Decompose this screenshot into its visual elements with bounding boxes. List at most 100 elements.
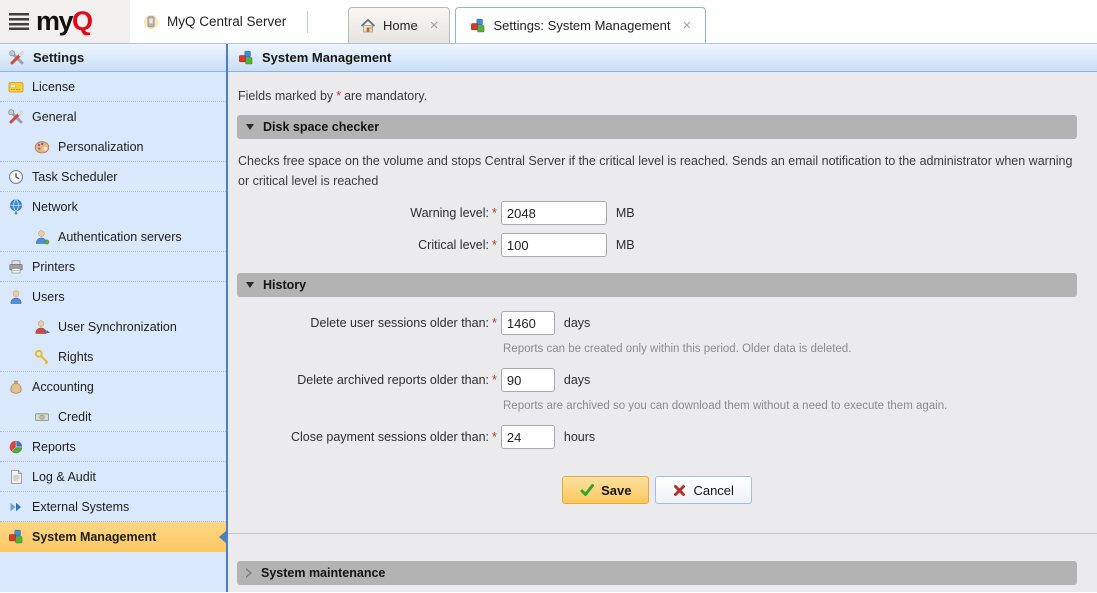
close-payment-sessions-input[interactable] [501,425,555,449]
mandatory-note: Fields marked by*are mandatory. [238,89,1077,103]
required-asterisk: * [336,89,341,103]
required-asterisk: * [492,373,497,387]
sidebar-item-users[interactable]: Users [0,282,226,312]
tab-strip: Home Settings: System Management [348,7,706,43]
sidebar-item-label: Authentication servers [58,230,182,244]
sidebar-item-reports[interactable]: Reports [0,432,226,462]
sidebar-item-label: Users [32,290,65,304]
sidebar-item-general[interactable]: General [0,102,226,132]
main-panel: System Management Fields marked by*are m… [228,44,1097,592]
sidebar-item-external-systems[interactable]: External Systems [0,492,226,522]
field-unit: hours [564,430,595,444]
main-layout: Settings License General [0,44,1097,592]
tab-label: Home [383,18,418,33]
banknote-icon [34,409,50,425]
server-area: MyQ Central Server [130,0,308,43]
sidebar-item-label: Log & Audit [32,470,96,484]
field-help-text: Reports can be created only within this … [503,343,1077,355]
blocks-icon [238,50,254,66]
field-label: Close payment sessions older than: [237,430,489,444]
form-row-close-payment-sessions: Close payment sessions older than: * hou… [237,425,1077,449]
sidebar-item-accounting[interactable]: Accounting [0,372,226,402]
arrows-icon [8,499,24,515]
field-unit: days [564,316,590,330]
required-asterisk: * [492,316,497,330]
collapse-arrow-icon [246,282,254,288]
sidebar-item-network[interactable]: Network [0,192,226,222]
close-icon[interactable] [430,18,439,33]
field-help-text: Reports are archived so you can download… [503,400,1077,412]
check-icon [580,483,594,497]
disk-space-description: Checks free space on the volume and stop… [238,151,1077,191]
printer-icon [8,259,24,275]
expand-arrow-icon [246,568,252,578]
page-header: System Management [228,44,1097,72]
logo-text-q: Q [72,6,92,36]
delete-user-sessions-input[interactable] [501,311,555,335]
sidebar-item-rights[interactable]: Rights [0,342,226,372]
tab-label: Settings: System Management [493,18,670,33]
section-header-disk-space-checker[interactable]: Disk space checker [237,115,1077,139]
field-label: Critical level: [237,238,489,252]
globe-icon [8,199,24,215]
logo-text-my: my [36,6,72,36]
save-button-label: Save [601,483,631,498]
required-asterisk: * [492,206,497,220]
user-icon [8,289,24,305]
sidebar-item-license[interactable]: License [0,72,226,102]
sidebar-item-user-synchronization[interactable]: User Synchronization [0,312,226,342]
pie-chart-icon [8,439,24,455]
palette-icon [34,139,50,155]
sidebar-item-authentication-servers[interactable]: Authentication servers [0,222,226,252]
server-icon [143,14,159,30]
save-button[interactable]: Save [562,476,649,504]
section-header-history[interactable]: History [237,273,1077,297]
user-sync-icon [34,319,50,335]
top-bar: myQ MyQ Central Server Home [0,0,1097,44]
tab-settings-system-management[interactable]: Settings: System Management [455,7,706,43]
server-label: MyQ Central Server [167,14,286,29]
field-unit: MB [616,238,635,252]
section-header-system-maintenance[interactable]: System maintenance [237,561,1077,585]
required-asterisk: * [492,238,497,252]
form-row-warning-level: Warning level: * MB [237,201,1077,225]
sidebar-item-label: Rights [58,350,93,364]
section-divider [228,533,1097,534]
blocks-icon [8,529,24,545]
home-icon [360,18,376,34]
form-row-critical-level: Critical level: * MB [237,233,1077,257]
document-icon [8,469,24,485]
mandatory-note-prefix: Fields marked by [238,89,333,103]
section-title: History [263,278,306,292]
sidebar-item-log-audit[interactable]: Log & Audit [0,462,226,492]
sidebar-item-task-scheduler[interactable]: Task Scheduler [0,162,226,192]
myq-logo[interactable]: myQ [36,8,92,35]
form-buttons: Save Cancel [237,476,1077,504]
user-check-icon [34,229,50,245]
sidebar-item-system-management[interactable]: System Management [0,522,226,552]
field-label: Delete archived reports older than: [237,373,489,387]
key-icon [34,349,50,365]
field-unit: days [564,373,590,387]
tab-home[interactable]: Home [348,7,450,43]
section-title: System maintenance [261,566,385,580]
cancel-button[interactable]: Cancel [655,476,751,504]
sidebar-item-label: Accounting [32,380,94,394]
sidebar-item-personalization[interactable]: Personalization [0,132,226,162]
sidebar-item-credit[interactable]: Credit [0,402,226,432]
hamburger-menu-icon[interactable] [9,13,29,30]
settings-sidebar: Settings License General [0,44,228,592]
close-icon[interactable] [682,18,691,33]
tools-icon [9,50,25,66]
cancel-button-label: Cancel [693,483,733,498]
sidebar-header: Settings [0,44,226,72]
sidebar-item-label: User Synchronization [58,320,177,334]
critical-level-input[interactable] [501,233,607,257]
sidebar-item-printers[interactable]: Printers [0,252,226,282]
delete-archived-reports-input[interactable] [501,368,555,392]
logo-block: myQ [0,0,130,43]
sidebar-item-label: Personalization [58,140,143,154]
warning-level-input[interactable] [501,201,607,225]
mandatory-note-suffix: are mandatory. [344,89,427,103]
sidebar-item-label: Credit [58,410,91,424]
